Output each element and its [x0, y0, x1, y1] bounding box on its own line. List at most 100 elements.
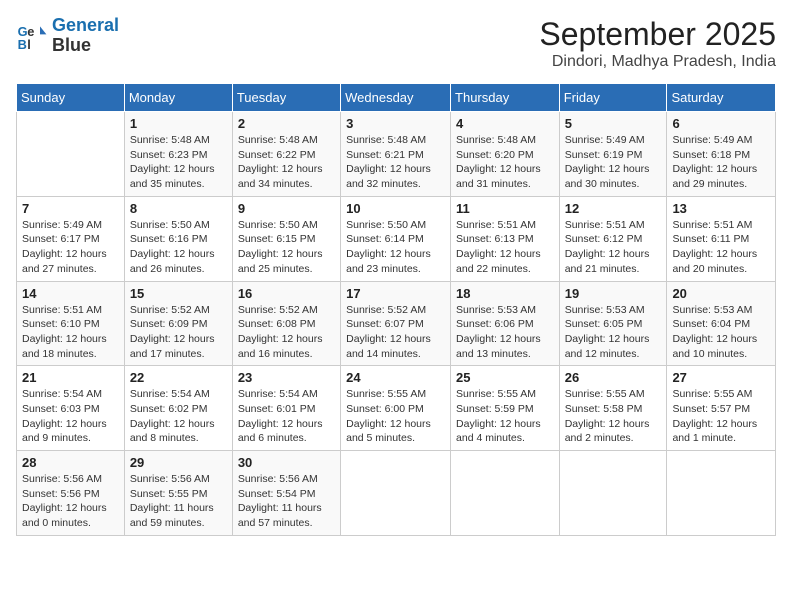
day-info: Sunrise: 5:48 AMSunset: 6:23 PMDaylight:…: [130, 133, 227, 192]
day-number: 13: [672, 201, 770, 216]
day-number: 9: [238, 201, 335, 216]
day-info: Sunrise: 5:53 AMSunset: 6:06 PMDaylight:…: [456, 303, 554, 362]
calendar-cell: 15 Sunrise: 5:52 AMSunset: 6:09 PMDayligh…: [124, 281, 232, 366]
day-info: Sunrise: 5:53 AMSunset: 6:05 PMDaylight:…: [565, 303, 662, 362]
day-info: Sunrise: 5:49 AMSunset: 6:18 PMDaylight:…: [672, 133, 770, 192]
calendar-cell: [341, 451, 451, 536]
day-info: Sunrise: 5:56 AMSunset: 5:55 PMDaylight:…: [130, 472, 227, 531]
calendar-cell: [667, 451, 776, 536]
day-number: 24: [346, 370, 445, 385]
weekday-header-thursday: Thursday: [451, 84, 560, 112]
calendar-week-row: 28 Sunrise: 5:56 AMSunset: 5:56 PMDayligh…: [17, 451, 776, 536]
calendar-cell: [451, 451, 560, 536]
day-info: Sunrise: 5:55 AMSunset: 5:58 PMDaylight:…: [565, 387, 662, 446]
svg-text:B: B: [18, 37, 27, 52]
calendar-cell: 29 Sunrise: 5:56 AMSunset: 5:55 PMDayligh…: [124, 451, 232, 536]
day-number: 12: [565, 201, 662, 216]
calendar-cell: 28 Sunrise: 5:56 AMSunset: 5:56 PMDayligh…: [17, 451, 125, 536]
calendar-week-row: 7 Sunrise: 5:49 AMSunset: 6:17 PMDaylight…: [17, 196, 776, 281]
logo-icon: G e B l: [16, 20, 48, 52]
calendar-week-row: 1 Sunrise: 5:48 AMSunset: 6:23 PMDaylight…: [17, 112, 776, 197]
day-info: Sunrise: 5:49 AMSunset: 6:17 PMDaylight:…: [22, 218, 119, 277]
calendar-cell: 24 Sunrise: 5:55 AMSunset: 6:00 PMDayligh…: [341, 366, 451, 451]
day-number: 8: [130, 201, 227, 216]
day-info: Sunrise: 5:54 AMSunset: 6:02 PMDaylight:…: [130, 387, 227, 446]
day-info: Sunrise: 5:56 AMSunset: 5:54 PMDaylight:…: [238, 472, 335, 531]
calendar-cell: 18 Sunrise: 5:53 AMSunset: 6:06 PMDayligh…: [451, 281, 560, 366]
calendar-cell: 7 Sunrise: 5:49 AMSunset: 6:17 PMDaylight…: [17, 196, 125, 281]
day-number: 17: [346, 286, 445, 301]
day-number: 25: [456, 370, 554, 385]
day-number: 19: [565, 286, 662, 301]
day-info: Sunrise: 5:56 AMSunset: 5:56 PMDaylight:…: [22, 472, 119, 531]
day-number: 4: [456, 116, 554, 131]
calendar-subtitle: Dindori, Madhya Pradesh, India: [539, 53, 776, 71]
day-info: Sunrise: 5:52 AMSunset: 6:09 PMDaylight:…: [130, 303, 227, 362]
weekday-header-tuesday: Tuesday: [232, 84, 340, 112]
logo: G e B l General Blue: [16, 16, 119, 56]
day-info: Sunrise: 5:51 AMSunset: 6:11 PMDaylight:…: [672, 218, 770, 277]
calendar-cell: 6 Sunrise: 5:49 AMSunset: 6:18 PMDaylight…: [667, 112, 776, 197]
calendar-cell: 17 Sunrise: 5:52 AMSunset: 6:07 PMDayligh…: [341, 281, 451, 366]
day-info: Sunrise: 5:52 AMSunset: 6:08 PMDaylight:…: [238, 303, 335, 362]
day-number: 15: [130, 286, 227, 301]
weekday-header-row: SundayMondayTuesdayWednesdayThursdayFrid…: [17, 84, 776, 112]
calendar-title: September 2025: [539, 16, 776, 53]
calendar-cell: 26Sunrise: 5:55 AMSunset: 5:58 PMDayligh…: [559, 366, 667, 451]
day-number: 20: [672, 286, 770, 301]
day-number: 3: [346, 116, 445, 131]
day-info: Sunrise: 5:49 AMSunset: 6:19 PMDaylight:…: [565, 133, 662, 192]
day-number: 16: [238, 286, 335, 301]
day-info: Sunrise: 5:54 AMSunset: 6:03 PMDaylight:…: [22, 387, 119, 446]
calendar-cell: 14 Sunrise: 5:51 AMSunset: 6:10 PMDayligh…: [17, 281, 125, 366]
day-number: 28: [22, 455, 119, 470]
day-number: 7: [22, 201, 119, 216]
day-number: 22: [130, 370, 227, 385]
day-number: 2: [238, 116, 335, 131]
calendar-cell: 2 Sunrise: 5:48 AMSunset: 6:22 PMDaylight…: [232, 112, 340, 197]
calendar-week-row: 21 Sunrise: 5:54 AMSunset: 6:03 PMDayligh…: [17, 366, 776, 451]
day-number: 5: [565, 116, 662, 131]
calendar-cell: 30Sunrise: 5:56 AMSunset: 5:54 PMDayligh…: [232, 451, 340, 536]
weekday-header-friday: Friday: [559, 84, 667, 112]
day-number: 1: [130, 116, 227, 131]
day-info: Sunrise: 5:52 AMSunset: 6:07 PMDaylight:…: [346, 303, 445, 362]
calendar-cell: 12 Sunrise: 5:51 AMSunset: 6:12 PMDayligh…: [559, 196, 667, 281]
weekday-header-monday: Monday: [124, 84, 232, 112]
day-info: Sunrise: 5:48 AMSunset: 6:20 PMDaylight:…: [456, 133, 554, 192]
calendar-cell: 23Sunrise: 5:54 AMSunset: 6:01 PMDayligh…: [232, 366, 340, 451]
calendar-week-row: 14 Sunrise: 5:51 AMSunset: 6:10 PMDayligh…: [17, 281, 776, 366]
calendar-cell: 9Sunrise: 5:50 AMSunset: 6:15 PMDaylight…: [232, 196, 340, 281]
day-info: Sunrise: 5:51 AMSunset: 6:13 PMDaylight:…: [456, 218, 554, 277]
calendar-cell: 13 Sunrise: 5:51 AMSunset: 6:11 PMDayligh…: [667, 196, 776, 281]
day-number: 29: [130, 455, 227, 470]
calendar-cell: 3Sunrise: 5:48 AMSunset: 6:21 PMDaylight…: [341, 112, 451, 197]
day-info: Sunrise: 5:54 AMSunset: 6:01 PMDaylight:…: [238, 387, 335, 446]
day-info: Sunrise: 5:51 AMSunset: 6:10 PMDaylight:…: [22, 303, 119, 362]
day-number: 18: [456, 286, 554, 301]
day-info: Sunrise: 5:48 AMSunset: 6:22 PMDaylight:…: [238, 133, 335, 192]
svg-text:l: l: [27, 37, 31, 52]
calendar-body: 1 Sunrise: 5:48 AMSunset: 6:23 PMDaylight…: [17, 112, 776, 536]
day-info: Sunrise: 5:50 AMSunset: 6:14 PMDaylight:…: [346, 218, 445, 277]
day-number: 6: [672, 116, 770, 131]
calendar-cell: 5 Sunrise: 5:49 AMSunset: 6:19 PMDaylight…: [559, 112, 667, 197]
day-number: 10: [346, 201, 445, 216]
calendar-cell: 1 Sunrise: 5:48 AMSunset: 6:23 PMDaylight…: [124, 112, 232, 197]
day-info: Sunrise: 5:50 AMSunset: 6:16 PMDaylight:…: [130, 218, 227, 277]
day-info: Sunrise: 5:55 AMSunset: 5:57 PMDaylight:…: [672, 387, 770, 446]
day-number: 27: [672, 370, 770, 385]
calendar-cell: 4 Sunrise: 5:48 AMSunset: 6:20 PMDaylight…: [451, 112, 560, 197]
calendar-header: SundayMondayTuesdayWednesdayThursdayFrid…: [17, 84, 776, 112]
calendar-cell: 8 Sunrise: 5:50 AMSunset: 6:16 PMDaylight…: [124, 196, 232, 281]
day-number: 21: [22, 370, 119, 385]
calendar-cell: 22 Sunrise: 5:54 AMSunset: 6:02 PMDayligh…: [124, 366, 232, 451]
logo-text: General Blue: [52, 16, 119, 56]
calendar-cell: 25Sunrise: 5:55 AMSunset: 5:59 PMDayligh…: [451, 366, 560, 451]
weekday-header-saturday: Saturday: [667, 84, 776, 112]
day-info: Sunrise: 5:55 AMSunset: 6:00 PMDaylight:…: [346, 387, 445, 446]
day-number: 14: [22, 286, 119, 301]
calendar-cell: [17, 112, 125, 197]
day-info: Sunrise: 5:51 AMSunset: 6:12 PMDaylight:…: [565, 218, 662, 277]
weekday-header-sunday: Sunday: [17, 84, 125, 112]
